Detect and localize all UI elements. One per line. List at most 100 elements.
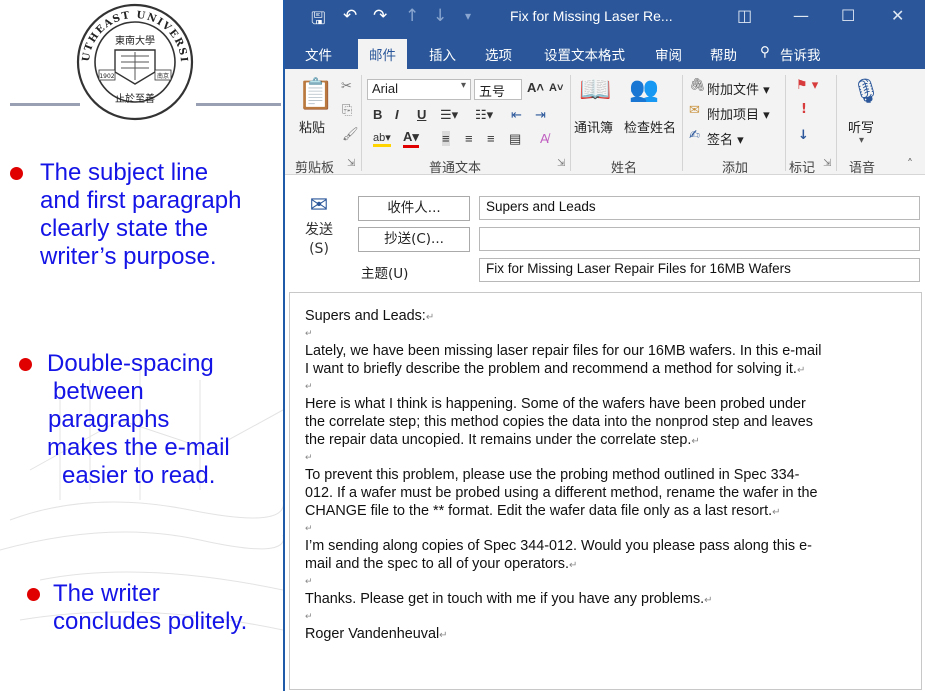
highlight-icon[interactable]: ab▾ [373,131,391,147]
group-tags-label: 标记 [789,161,816,176]
paste-icon[interactable]: 📋 [297,77,334,112]
cc-button[interactable]: 抄送(C)... [358,227,470,252]
address-book-icon[interactable]: 📖 [579,75,611,105]
subject-label: 主题(U) [361,266,409,282]
grow-font-icon[interactable]: A˄ [527,80,544,95]
decrease-indent-icon[interactable]: ⇤ [511,107,522,123]
body-line: I’m sending along copies of Spec 344-012… [305,538,812,554]
paragraph-mark: ↵ [439,630,448,641]
bullet-line: The writer [53,580,160,607]
attach-file-button[interactable]: 附加文件 ▾ [707,79,770,98]
body-paragraph: Roger Vandenheuval↵ [305,625,907,645]
paste-button[interactable]: 粘贴 [299,117,325,136]
attach-item-button[interactable]: 附加项目 ▾ [707,104,770,123]
signature-label: 签名 [707,133,734,148]
ribbon-display-options-icon[interactable]: ◫ [737,6,752,25]
tab-insert[interactable]: 插入 [429,44,456,64]
group-basic-text-label: 普通文本 [429,161,482,176]
align-left-icon[interactable]: ≡ [442,131,450,146]
dialog-launcher-icon[interactable]: ⇲ [557,158,565,169]
paragraph-mark: ↵ [305,381,313,391]
tab-help[interactable]: 帮助 [710,44,737,64]
tab-message[interactable]: 邮件 [358,39,407,69]
check-names-icon[interactable]: 👥 [629,75,659,103]
bullets-icon[interactable]: ☰▾ [440,107,458,123]
paragraph-mark: ↵ [691,436,700,447]
maximize-icon[interactable]: ☐ [841,6,855,25]
body-line: To prevent this problem, please use the … [305,467,800,483]
close-icon[interactable]: ✕ [891,6,904,25]
check-names-button[interactable]: 检查姓名 [624,117,676,136]
align-center-icon[interactable]: ≡ [465,131,473,146]
bullet-line: makes the e-mail [47,434,230,461]
send-button[interactable]: ✉ 发送 (S) [291,190,347,290]
paragraph-mark: ↵ [772,507,781,518]
seal-center-text: 東南大學 [115,34,155,47]
tab-format-text[interactable]: 设置文本格式 [544,44,625,64]
message-body[interactable]: Supers and Leads:↵ ↵ Lately, we have bee… [289,292,922,690]
bullet-line: and first paragraph [40,187,242,214]
signature-icon[interactable]: ✍ [689,128,700,143]
bullet-purpose: The subject line and first paragraph cle… [10,159,242,271]
italic-icon[interactable]: I [395,107,399,122]
microphone-icon[interactable]: 🎙 [851,77,881,105]
lightbulb-icon[interactable]: ⚲ [760,44,770,60]
ribbon-separator [570,75,571,171]
underline-icon[interactable]: U [417,107,426,122]
bullet-dot-icon [27,588,40,601]
font-name-chevron-icon[interactable]: ▾ [461,80,466,91]
cc-field[interactable] [479,227,920,251]
font-size-dropdown[interactable]: 五号 [474,79,522,100]
dictate-button[interactable]: 听写 [848,117,874,136]
follow-up-flag-icon[interactable]: ⚑ ▾ [796,78,818,93]
bold-icon[interactable]: B [373,107,382,122]
signature-button[interactable]: 签名 ▾ [707,129,744,148]
align-right-icon[interactable]: ≡ [487,131,495,146]
bullet-line: writer’s purpose. [40,243,217,270]
clear-formatting-icon[interactable]: A̸ [540,131,549,146]
ribbon-separator [361,75,362,171]
cut-icon[interactable]: ✂ [341,79,352,94]
attach-file-icon[interactable]: 🖇 [689,78,706,93]
tell-me-search[interactable]: 告诉我 [780,44,821,64]
bullet-line: between [53,378,144,405]
dialog-launcher-icon[interactable]: ⇲ [347,158,355,169]
numbering-icon[interactable]: ☷▾ [475,107,493,123]
tab-review[interactable]: 审阅 [655,44,682,64]
tab-file[interactable]: 文件 [305,44,332,64]
body-paragraph: Here is what I think is happening. Some … [305,395,907,451]
format-painter-icon[interactable]: 🖌 [342,127,359,142]
attach-item-icon[interactable]: ✉ [689,103,700,118]
collapse-ribbon-icon[interactable]: ˄ [907,157,913,171]
address-book-button[interactable]: 通讯簿 [574,117,613,136]
next-item-icon[interactable]: ↓ [433,6,447,26]
low-importance-icon[interactable]: ↓ [798,128,809,143]
body-line: Lately, we have been missing laser repai… [305,343,822,359]
seal-city: 南京 [157,72,169,80]
subject-field[interactable]: Fix for Missing Laser Repair Files for 1… [479,258,920,282]
customize-toolbar-icon[interactable]: ▾ [465,9,471,23]
to-button[interactable]: 收件人... [358,196,470,221]
to-field[interactable]: Supers and Leads [479,196,920,220]
copy-icon[interactable]: ⎘ [342,103,352,118]
body-paragraph: I’m sending along copies of Spec 344-012… [305,537,907,575]
send-shortcut: (S) [309,241,329,257]
previous-item-icon[interactable]: ↑ [405,6,419,26]
group-clipboard-label: 剪贴板 [295,161,335,176]
paragraph-mark: ↵ [796,365,806,376]
paragraph-mark: ↵ [568,560,578,571]
font-color-icon[interactable]: A▾ [403,129,419,148]
save-icon[interactable]: 🖫 [311,6,325,35]
paragraph-mark: ↵ [425,312,435,323]
dictate-chevron-icon[interactable]: ▾ [859,135,864,146]
high-importance-icon[interactable]: ! [801,102,807,117]
minimize-icon[interactable]: — [793,6,809,25]
font-name-dropdown[interactable]: Arial [367,79,471,100]
shrink-font-icon[interactable]: A˅ [549,82,563,94]
undo-icon[interactable]: ↶ [343,6,357,26]
tab-options[interactable]: 选项 [485,44,512,64]
redo-icon[interactable]: ↷ [373,6,387,26]
justify-icon[interactable]: ▤ [509,131,521,147]
dialog-launcher-icon[interactable]: ⇲ [823,158,831,169]
increase-indent-icon[interactable]: ⇥ [535,107,546,123]
